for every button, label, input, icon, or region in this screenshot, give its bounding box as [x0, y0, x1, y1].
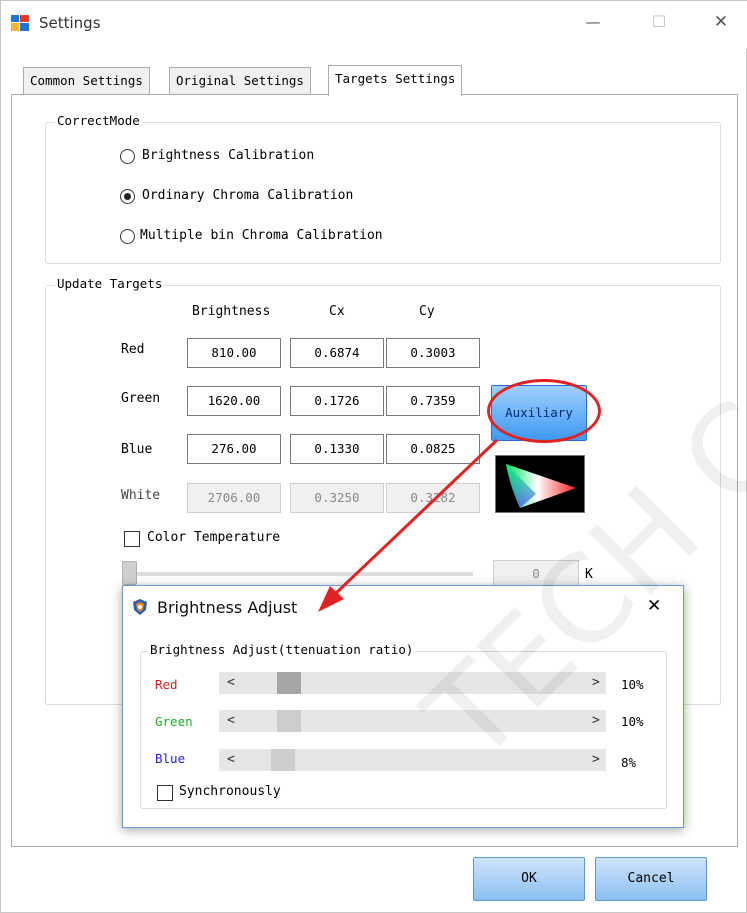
ordinary-chroma-calibration-label[interactable]: Ordinary Chroma Calibration — [142, 188, 353, 203]
scroll-right-icon[interactable]: > — [592, 749, 600, 771]
green-scroll-thumb[interactable] — [277, 710, 301, 732]
dialog-close-button[interactable]: ✕ — [647, 596, 661, 616]
channel-label-blue: Blue — [155, 751, 186, 766]
green-brightness-input[interactable]: 1620.00 — [187, 386, 281, 416]
cancel-button[interactable]: Cancel — [595, 857, 707, 901]
row-label-blue: Blue — [121, 442, 153, 457]
color-temperature-label[interactable]: Color Temperature — [147, 530, 280, 545]
dialog-title: Brightness Adjust — [157, 598, 298, 617]
blue-attenuation-scrollbar[interactable]: < > — [219, 749, 606, 771]
green-attenuation-value: 10% — [621, 714, 644, 729]
channel-label-green: Green — [155, 714, 193, 729]
white-cy-input: 0.3282 — [386, 483, 480, 513]
white-brightness-input: 2706.00 — [187, 483, 281, 513]
synchronously-checkbox[interactable] — [157, 785, 173, 801]
color-temperature-slider-thumb[interactable] — [122, 561, 137, 585]
ok-button[interactable]: OK — [473, 857, 585, 901]
synchronously-label[interactable]: Synchronously — [179, 784, 281, 799]
header-brightness: Brightness — [192, 304, 271, 319]
correct-mode-legend: CorrectMode — [55, 113, 142, 128]
red-scroll-thumb[interactable] — [277, 672, 301, 694]
brightness-adjust-icon — [131, 598, 149, 616]
blue-scroll-thumb[interactable] — [271, 749, 295, 771]
kelvin-unit-label: K — [585, 567, 593, 582]
color-temperature-value[interactable]: 0 — [493, 560, 579, 588]
row-label-green: Green — [121, 391, 161, 406]
tab-targets-settings[interactable]: Targets Settings — [328, 65, 463, 96]
row-label-red: Red — [121, 342, 145, 357]
blue-brightness-input[interactable]: 276.00 — [187, 434, 281, 464]
red-cx-input[interactable]: 0.6874 — [290, 338, 384, 368]
close-window-button[interactable]: ✕ — [701, 12, 741, 32]
radio-multiple-bin-chroma-calibration[interactable] — [120, 229, 135, 244]
scroll-right-icon[interactable]: > — [592, 710, 600, 732]
red-attenuation-scrollbar[interactable]: < > — [219, 672, 606, 694]
radio-brightness-calibration[interactable] — [120, 149, 135, 164]
green-attenuation-scrollbar[interactable]: < > — [219, 710, 606, 732]
green-cy-input[interactable]: 0.7359 — [386, 386, 480, 416]
red-cy-input[interactable]: 0.3003 — [386, 338, 480, 368]
blue-cy-input[interactable]: 0.0825 — [386, 434, 480, 464]
scroll-left-icon[interactable]: < — [227, 710, 235, 732]
blue-cx-input[interactable]: 0.1330 — [290, 434, 384, 464]
channel-label-red: Red — [155, 677, 178, 692]
maximize-button[interactable]: ☐ — [639, 12, 679, 31]
app-icon — [11, 15, 29, 31]
chromaticity-gamut-button[interactable] — [495, 455, 585, 513]
multiple-bin-chroma-calibration-label[interactable]: Multiple bin Chroma Calibration — [140, 228, 383, 243]
tab-common-settings[interactable]: Common Settings — [23, 67, 150, 95]
color-temperature-track[interactable] — [125, 572, 473, 576]
brightness-calibration-label[interactable]: Brightness Calibration — [142, 148, 314, 163]
highlight-ring — [487, 379, 601, 443]
window-title: Settings — [39, 14, 101, 32]
color-temperature-checkbox[interactable] — [124, 531, 140, 547]
radio-ordinary-chroma-calibration[interactable] — [120, 189, 135, 204]
tab-original-settings[interactable]: Original Settings — [169, 67, 311, 95]
white-cx-input: 0.3250 — [290, 483, 384, 513]
brightness-adjust-dialog: Brightness Adjust ✕ Brightness Adjust(tt… — [122, 585, 684, 828]
scroll-left-icon[interactable]: < — [227, 749, 235, 771]
title-bar: Settings — ☐ ✕ — [1, 1, 747, 49]
blue-attenuation-value: 8% — [621, 755, 637, 770]
scroll-left-icon[interactable]: < — [227, 672, 235, 694]
attenuation-ratio-legend: Brightness Adjust(ttenuation ratio) — [148, 642, 416, 657]
red-attenuation-value: 10% — [621, 677, 644, 692]
green-cx-input[interactable]: 0.1726 — [290, 386, 384, 416]
header-cy: Cy — [419, 304, 435, 319]
row-label-white: White — [121, 488, 161, 503]
scroll-right-icon[interactable]: > — [592, 672, 600, 694]
update-targets-legend: Update Targets — [55, 276, 165, 291]
minimize-button[interactable]: — — [573, 13, 613, 31]
header-cx: Cx — [329, 304, 345, 319]
red-brightness-input[interactable]: 810.00 — [187, 338, 281, 368]
